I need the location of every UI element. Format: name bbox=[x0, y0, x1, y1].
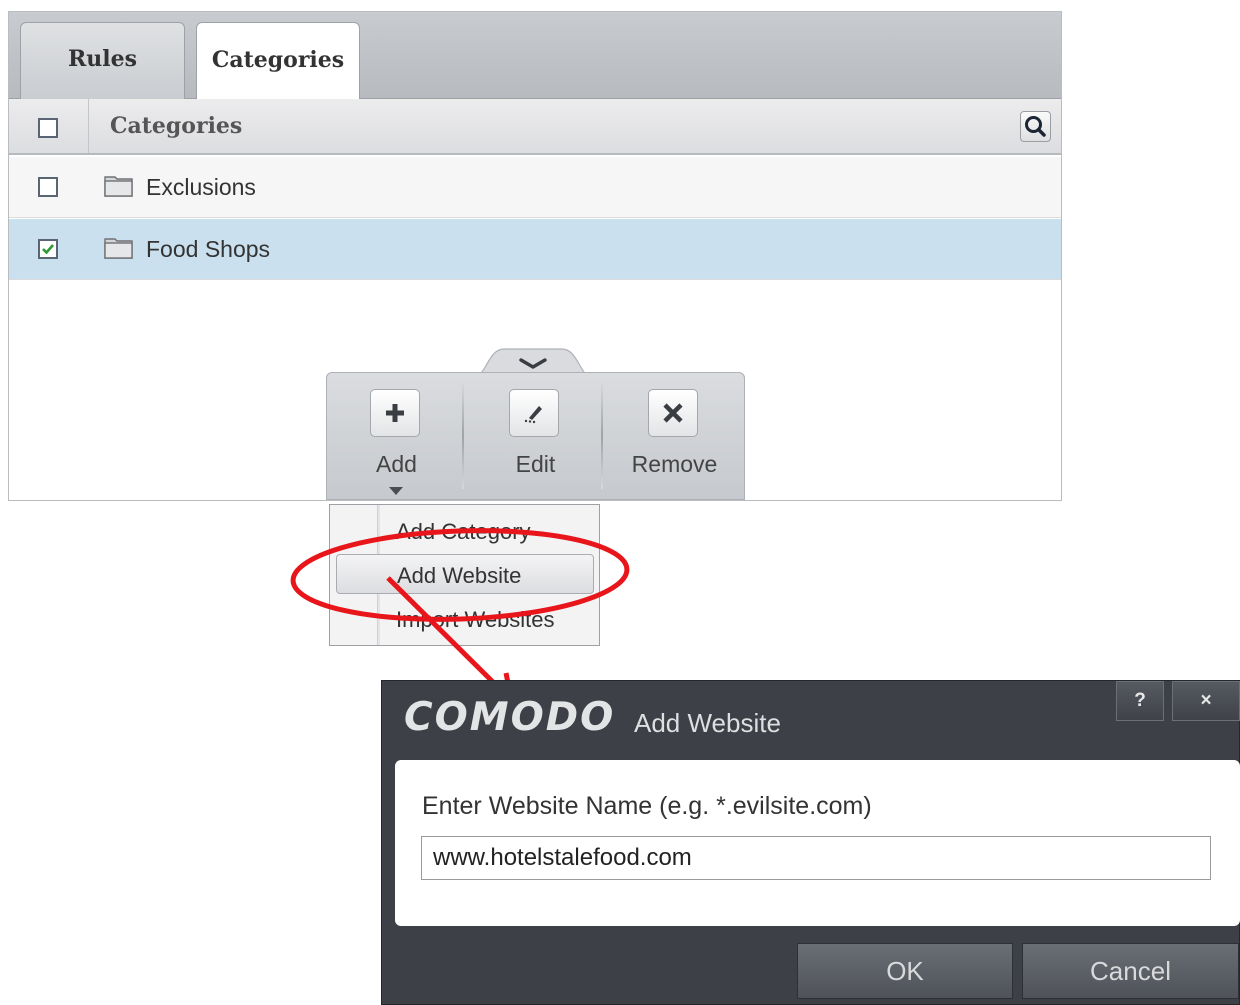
edit-button[interactable]: Edit bbox=[466, 373, 605, 499]
pencil-icon bbox=[509, 389, 559, 437]
remove-label: Remove bbox=[631, 451, 718, 477]
table-row[interactable]: Exclusions bbox=[9, 157, 1061, 218]
search-button[interactable] bbox=[1020, 111, 1051, 142]
help-icon: ? bbox=[1134, 690, 1146, 711]
comodo-logo: COMODO bbox=[404, 695, 616, 740]
folder-icon bbox=[104, 176, 133, 197]
menu-item-label: Import Websites bbox=[396, 607, 555, 632]
tab-rules-label: Rules bbox=[67, 46, 138, 72]
tab-categories[interactable]: Categories bbox=[196, 22, 360, 100]
menu-item-label: Add Category bbox=[396, 519, 531, 544]
select-all-checkbox[interactable] bbox=[38, 118, 58, 138]
toolbar-separator bbox=[462, 383, 464, 489]
menu-item-label: Add Website bbox=[397, 563, 522, 588]
row-checkbox[interactable] bbox=[38, 177, 58, 197]
category-name: Food Shops bbox=[146, 236, 271, 262]
add-label: Add bbox=[376, 451, 417, 477]
cancel-button[interactable]: Cancel bbox=[1022, 943, 1239, 999]
edit-label: Edit bbox=[515, 451, 556, 477]
add-website-dialog: COMODO Add Website ? × Enter Website Nam… bbox=[381, 680, 1240, 1005]
toolbar-separator bbox=[601, 383, 603, 489]
table-row[interactable]: Food Shops bbox=[9, 219, 1061, 280]
header-divider bbox=[88, 99, 89, 153]
column-header-categories[interactable]: Categories bbox=[110, 113, 242, 139]
menu-item-import-websites[interactable]: Import Websites bbox=[330, 599, 599, 639]
close-button[interactable]: × bbox=[1172, 681, 1240, 721]
category-name: Exclusions bbox=[146, 174, 256, 200]
dialog-body: Enter Website Name (e.g. *.evilsite.com) bbox=[395, 760, 1240, 926]
ok-label: OK bbox=[886, 955, 924, 986]
help-button[interactable]: ? bbox=[1116, 681, 1164, 721]
tab-bar: Rules Categories bbox=[9, 12, 1061, 100]
table-header: Categories bbox=[9, 99, 1061, 155]
dropdown-arrow-icon bbox=[389, 487, 403, 495]
remove-button[interactable]: Remove bbox=[605, 373, 744, 499]
tab-categories-label: Categories bbox=[211, 46, 345, 73]
dialog-title: Add Website bbox=[634, 708, 781, 738]
menu-item-add-website[interactable]: Add Website bbox=[336, 554, 594, 594]
plus-icon bbox=[370, 389, 420, 437]
menu-item-add-category[interactable]: Add Category bbox=[330, 511, 599, 551]
row-checkbox[interactable] bbox=[38, 239, 58, 259]
close-icon bbox=[648, 389, 698, 437]
action-toolbar: Add Edit Remove bbox=[326, 372, 745, 500]
tab-rules[interactable]: Rules bbox=[20, 22, 185, 99]
folder-icon bbox=[104, 238, 133, 259]
close-icon: × bbox=[1200, 690, 1212, 711]
website-name-input[interactable] bbox=[421, 836, 1211, 880]
website-name-label: Enter Website Name (e.g. *.evilsite.com) bbox=[422, 792, 872, 820]
search-icon bbox=[1025, 116, 1046, 137]
cancel-label: Cancel bbox=[1090, 955, 1171, 986]
ok-button[interactable]: OK bbox=[797, 943, 1013, 999]
checkmark-icon bbox=[42, 244, 54, 255]
add-dropdown-menu: Add Category Add Website Import Websites bbox=[329, 504, 600, 646]
add-button[interactable]: Add bbox=[327, 373, 466, 499]
